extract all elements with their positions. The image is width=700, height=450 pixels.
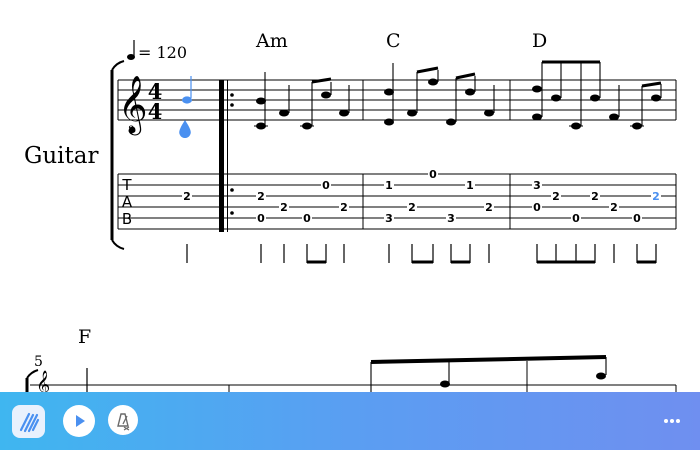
selected-tab-number: 2 bbox=[652, 190, 660, 203]
play-button[interactable] bbox=[63, 405, 95, 437]
measure-number: 5 bbox=[34, 354, 43, 370]
quarter-note-icon bbox=[127, 54, 135, 60]
metronome-button[interactable] bbox=[108, 405, 138, 435]
svg-text:2: 2 bbox=[552, 190, 560, 203]
svg-text:0: 0 bbox=[322, 179, 330, 192]
tempo-marking: = 120 bbox=[127, 40, 187, 62]
chord-name: D bbox=[532, 30, 547, 52]
svg-text:0: 0 bbox=[257, 212, 265, 225]
chord-name: F bbox=[78, 326, 91, 348]
svg-text:0: 0 bbox=[533, 201, 541, 214]
svg-text:4: 4 bbox=[148, 99, 163, 124]
notes-measure-3[interactable] bbox=[532, 60, 662, 130]
svg-text:2: 2 bbox=[183, 190, 191, 203]
more-options-button[interactable] bbox=[656, 406, 688, 436]
repeat-start-barline bbox=[219, 80, 234, 232]
svg-text:2: 2 bbox=[257, 190, 265, 203]
score-sheet[interactable]: = 120 Am C D Guitar 𝄞 8 4 4 T A B 2 2 0 … bbox=[0, 0, 700, 392]
more-icon bbox=[664, 419, 680, 423]
second-system: 𝄞 bbox=[25, 355, 677, 392]
svg-text:3: 3 bbox=[533, 179, 541, 192]
clef-octave: 8 bbox=[128, 125, 134, 136]
svg-text:2: 2 bbox=[408, 201, 416, 214]
svg-text:2: 2 bbox=[340, 201, 348, 214]
svg-text:3: 3 bbox=[385, 212, 393, 225]
svg-text:B: B bbox=[122, 210, 132, 228]
svg-text:0: 0 bbox=[303, 212, 311, 225]
time-signature: 4 4 bbox=[148, 79, 163, 124]
svg-text:2: 2 bbox=[591, 190, 599, 203]
tempo-value: = 120 bbox=[138, 43, 187, 62]
svg-text:0: 0 bbox=[633, 212, 641, 225]
svg-text:0: 0 bbox=[429, 168, 437, 181]
metronome-icon bbox=[117, 413, 130, 431]
notes-measure-2[interactable] bbox=[384, 63, 495, 126]
notes-measure-1[interactable] bbox=[254, 72, 350, 130]
svg-text:2: 2 bbox=[610, 201, 618, 214]
svg-text:2: 2 bbox=[280, 201, 288, 214]
treble-clef-icon: 𝄞 8 bbox=[118, 75, 148, 136]
svg-text:1: 1 bbox=[466, 179, 474, 192]
app-logo-icon bbox=[19, 412, 40, 433]
play-icon bbox=[76, 415, 85, 427]
selected-note[interactable] bbox=[179, 76, 192, 138]
rhythm-notation bbox=[186, 244, 657, 264]
svg-text:1: 1 bbox=[385, 179, 393, 192]
chord-name: C bbox=[386, 30, 401, 52]
chord-name: Am bbox=[255, 30, 288, 52]
svg-text:𝄞: 𝄞 bbox=[36, 370, 50, 392]
bottom-toolbar bbox=[0, 392, 700, 450]
instrument-name: Guitar bbox=[24, 143, 99, 169]
svg-text:0: 0 bbox=[572, 212, 580, 225]
app-logo-button[interactable] bbox=[12, 405, 45, 438]
cursor-drop-icon bbox=[179, 120, 191, 138]
svg-text:2: 2 bbox=[485, 201, 493, 214]
svg-text:3: 3 bbox=[447, 212, 455, 225]
svg-text:T: T bbox=[121, 176, 132, 194]
tab-clef: T A B bbox=[121, 176, 132, 228]
svg-text:A: A bbox=[122, 193, 133, 211]
